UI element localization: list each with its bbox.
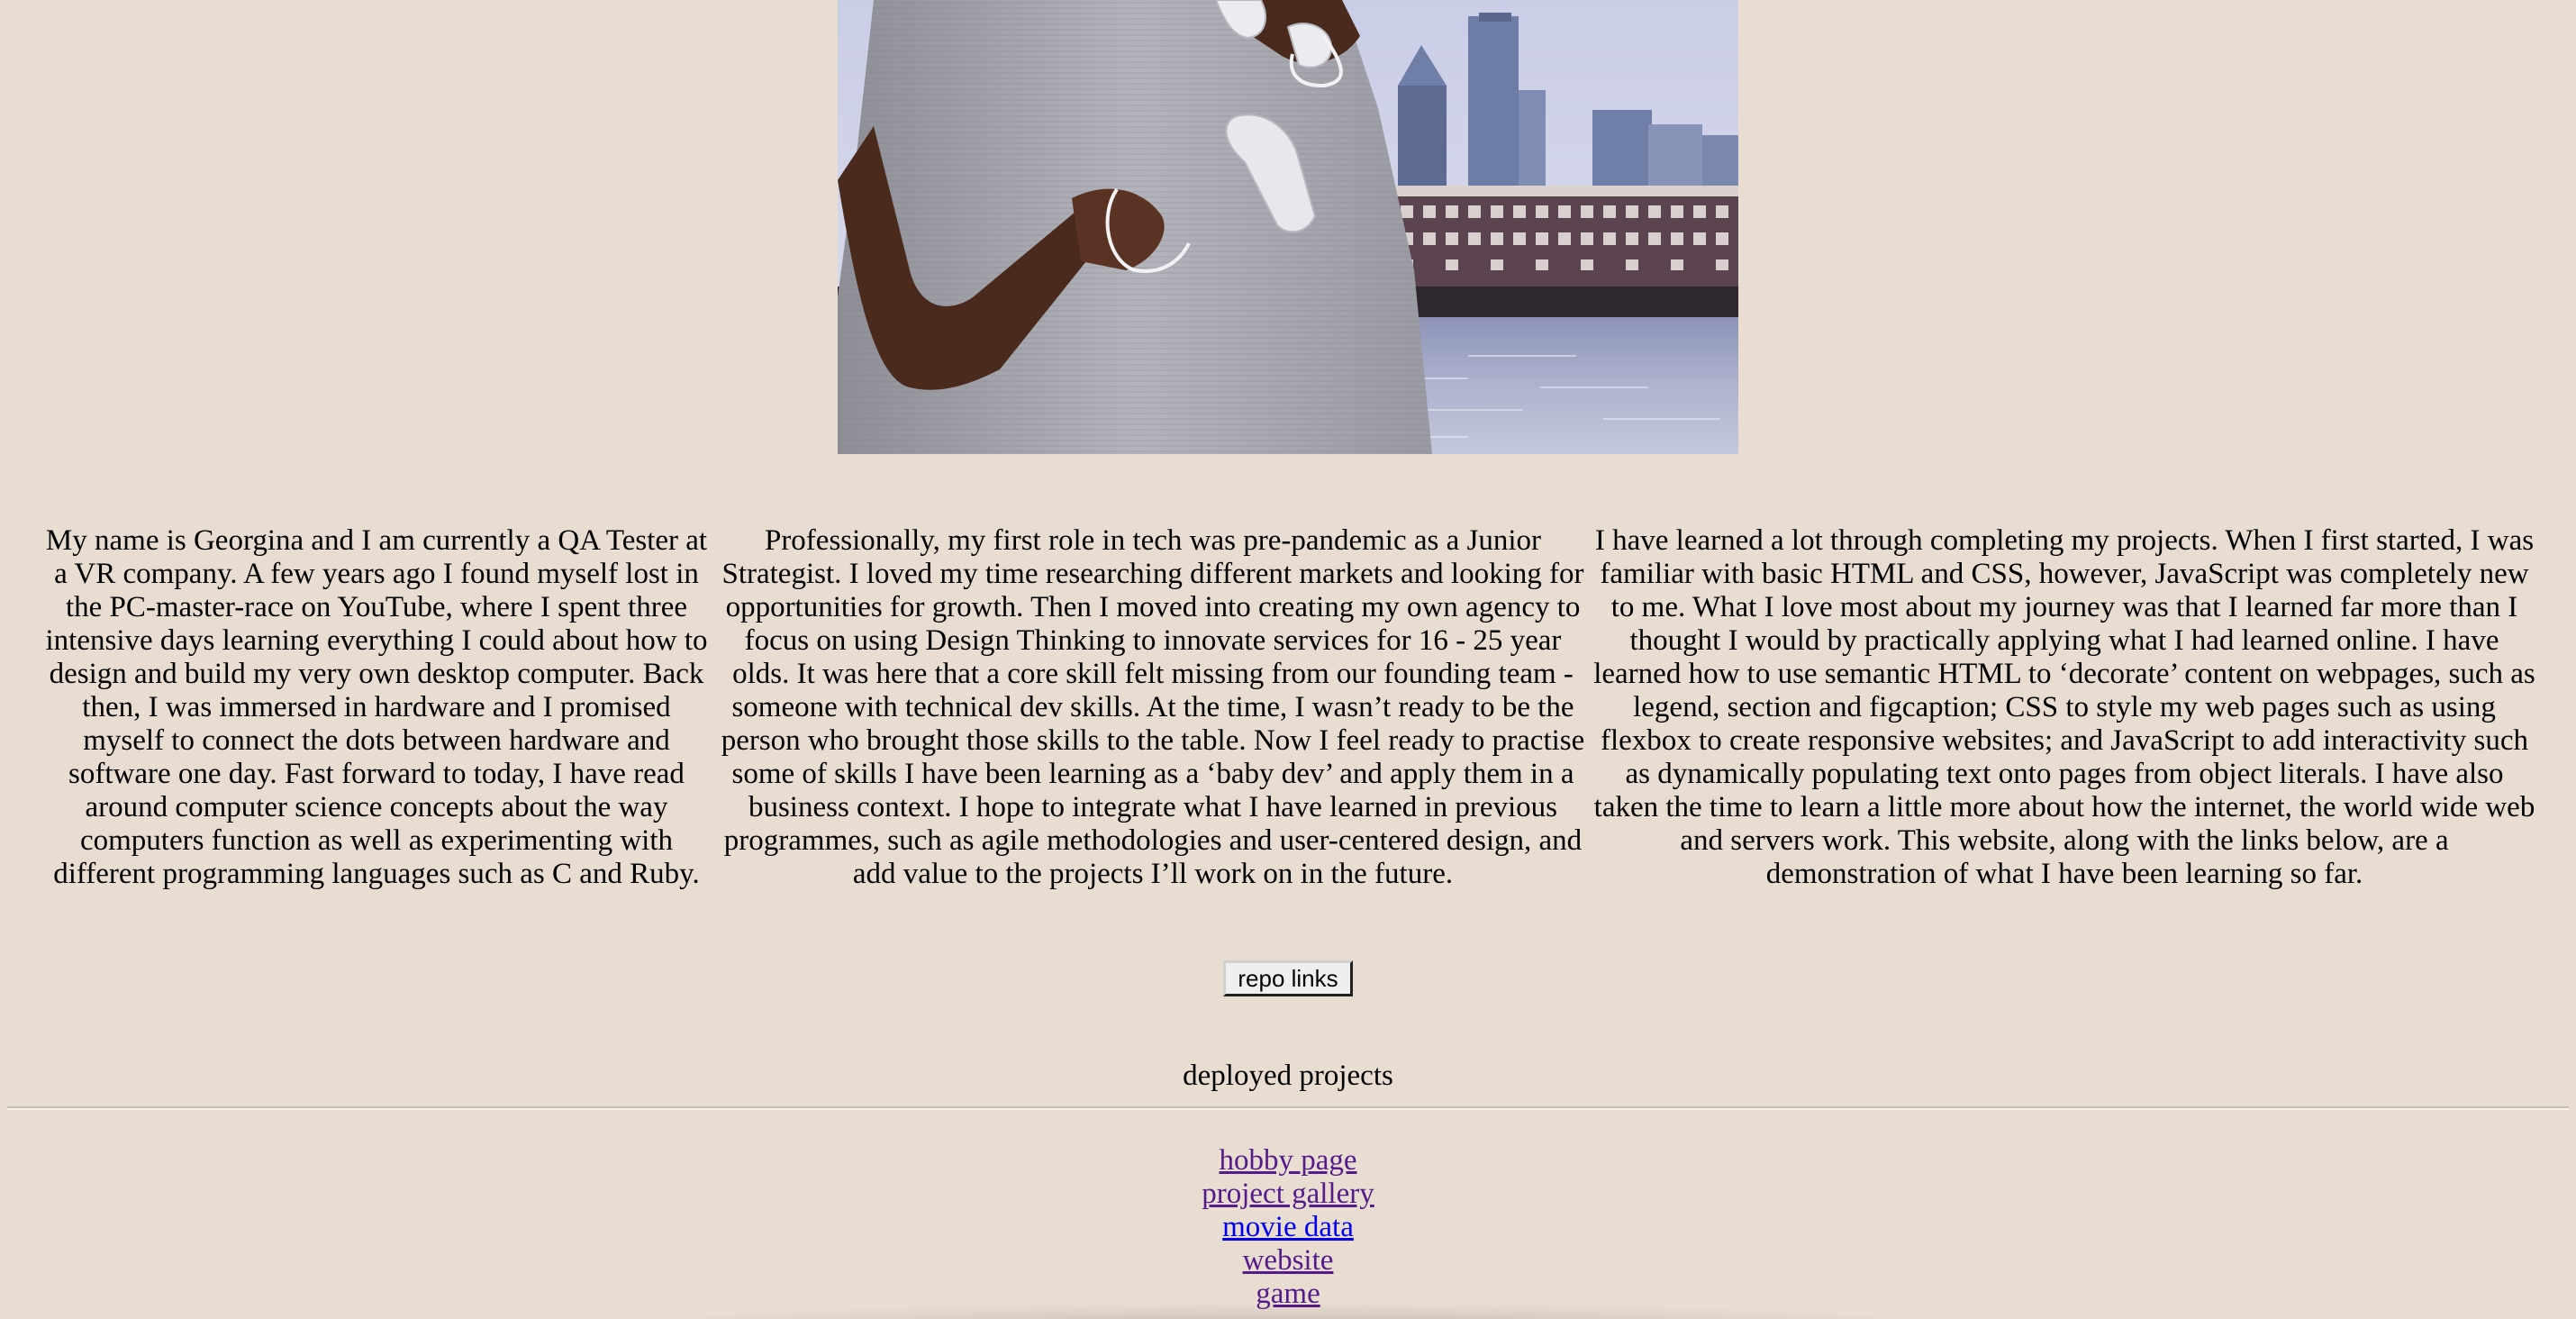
bio-paragraph-career: Professionally, my first role in tech wa… bbox=[721, 524, 1585, 890]
list-item: movie data bbox=[0, 1211, 2576, 1244]
repo-links-button[interactable]: repo links bbox=[1223, 960, 1353, 996]
bio-paragraph-learning: I have learned a lot through completing … bbox=[1593, 524, 2535, 890]
link-project-gallery[interactable]: project gallery bbox=[1202, 1178, 1374, 1210]
bio-paragraph-intro: My name is Georgina and I am currently a… bbox=[45, 524, 708, 890]
link-hobby-page[interactable]: hobby page bbox=[1219, 1144, 1356, 1177]
deployed-projects-heading: deployed projects bbox=[1183, 1060, 1393, 1092]
bio-section: My name is Georgina and I am currently a… bbox=[40, 524, 2536, 891]
deployed-projects-list: hobby page project gallery movie data we… bbox=[0, 1144, 2576, 1311]
list-item: hobby page bbox=[0, 1144, 2576, 1178]
profile-photo bbox=[838, 0, 1738, 454]
list-item: project gallery bbox=[0, 1178, 2576, 1211]
list-item: website bbox=[0, 1244, 2576, 1278]
link-website[interactable]: website bbox=[1243, 1244, 1334, 1277]
section-divider bbox=[7, 1106, 2569, 1110]
link-movie-data[interactable]: movie data bbox=[1222, 1211, 1354, 1243]
page: My name is Georgina and I am currently a… bbox=[0, 0, 2576, 1319]
profile-photo-image bbox=[838, 0, 1738, 454]
